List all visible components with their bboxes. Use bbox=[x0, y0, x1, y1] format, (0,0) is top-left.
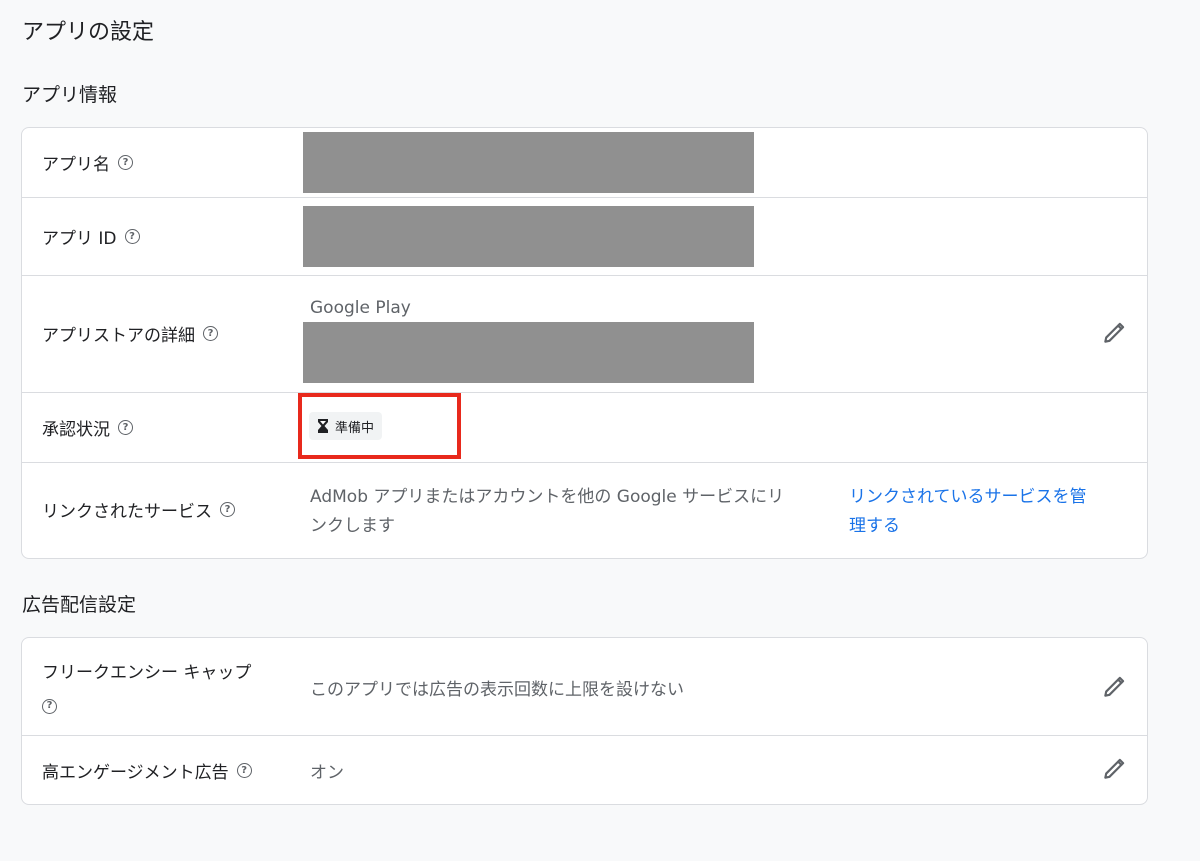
high-engagement-row: 高エンゲージメント広告 ? オン bbox=[22, 736, 1147, 804]
redacted-app-name bbox=[303, 132, 754, 193]
help-icon[interactable]: ? bbox=[220, 502, 235, 517]
high-engagement-value: オン bbox=[310, 763, 344, 783]
redacted-app-id bbox=[303, 206, 754, 267]
app-info-card: アプリ名 ? アプリ ID ? アプリストアの詳細 ? Google Play … bbox=[21, 127, 1148, 559]
pencil-icon[interactable] bbox=[1101, 756, 1127, 782]
store-details-label: アプリストアの詳細 bbox=[42, 326, 195, 346]
linked-services-description: AdMob アプリまたはアカウントを他の Google サービスにリ ンクします bbox=[310, 487, 785, 536]
help-icon[interactable]: ? bbox=[118, 155, 133, 170]
approval-status-row: 承認状況 ? 準備中 bbox=[22, 393, 1147, 463]
app-id-row: アプリ ID ? bbox=[22, 198, 1147, 276]
linked-services-label: リンクされたサービス bbox=[42, 502, 212, 522]
pencil-icon[interactable] bbox=[1101, 674, 1127, 700]
app-name-label: アプリ名 bbox=[42, 155, 110, 175]
ad-delivery-card: フリークエンシー キャップ ? このアプリでは広告の表示回数に上限を設けない 高… bbox=[21, 637, 1148, 805]
pencil-icon[interactable] bbox=[1101, 320, 1127, 346]
linked-services-row: リンクされたサービス ? AdMob アプリまたはアカウントを他の Google… bbox=[22, 463, 1147, 558]
page-title: アプリの設定 bbox=[22, 20, 155, 45]
store-name: Google Play bbox=[310, 298, 411, 318]
approval-label: 承認状況 bbox=[42, 420, 110, 440]
section-title-ad-delivery: 広告配信設定 bbox=[22, 594, 137, 616]
help-icon[interactable]: ? bbox=[42, 698, 57, 714]
help-icon[interactable]: ? bbox=[203, 326, 218, 341]
help-icon[interactable]: ? bbox=[124, 229, 140, 244]
section-title-app-info: アプリ情報 bbox=[22, 84, 118, 106]
highlight-annotation-box bbox=[298, 393, 461, 459]
app-id-label: アプリ ID bbox=[42, 229, 117, 249]
frequency-cap-row: フリークエンシー キャップ ? このアプリでは広告の表示回数に上限を設けない bbox=[22, 638, 1147, 736]
store-details-row: アプリストアの詳細 ? Google Play bbox=[22, 276, 1147, 393]
help-icon[interactable]: ? bbox=[118, 420, 133, 435]
help-icon[interactable]: ? bbox=[236, 763, 252, 778]
redacted-store-link bbox=[303, 322, 754, 383]
manage-linked-services-link[interactable]: リンクされているサービスを管 理する bbox=[849, 483, 1087, 541]
frequency-cap-label: フリークエンシー キャップ bbox=[42, 663, 252, 683]
app-name-row: アプリ名 ? bbox=[22, 128, 1147, 198]
frequency-cap-value: このアプリでは広告の表示回数に上限を設けない bbox=[310, 680, 684, 700]
high-engagement-label: 高エンゲージメント広告 bbox=[42, 763, 229, 783]
